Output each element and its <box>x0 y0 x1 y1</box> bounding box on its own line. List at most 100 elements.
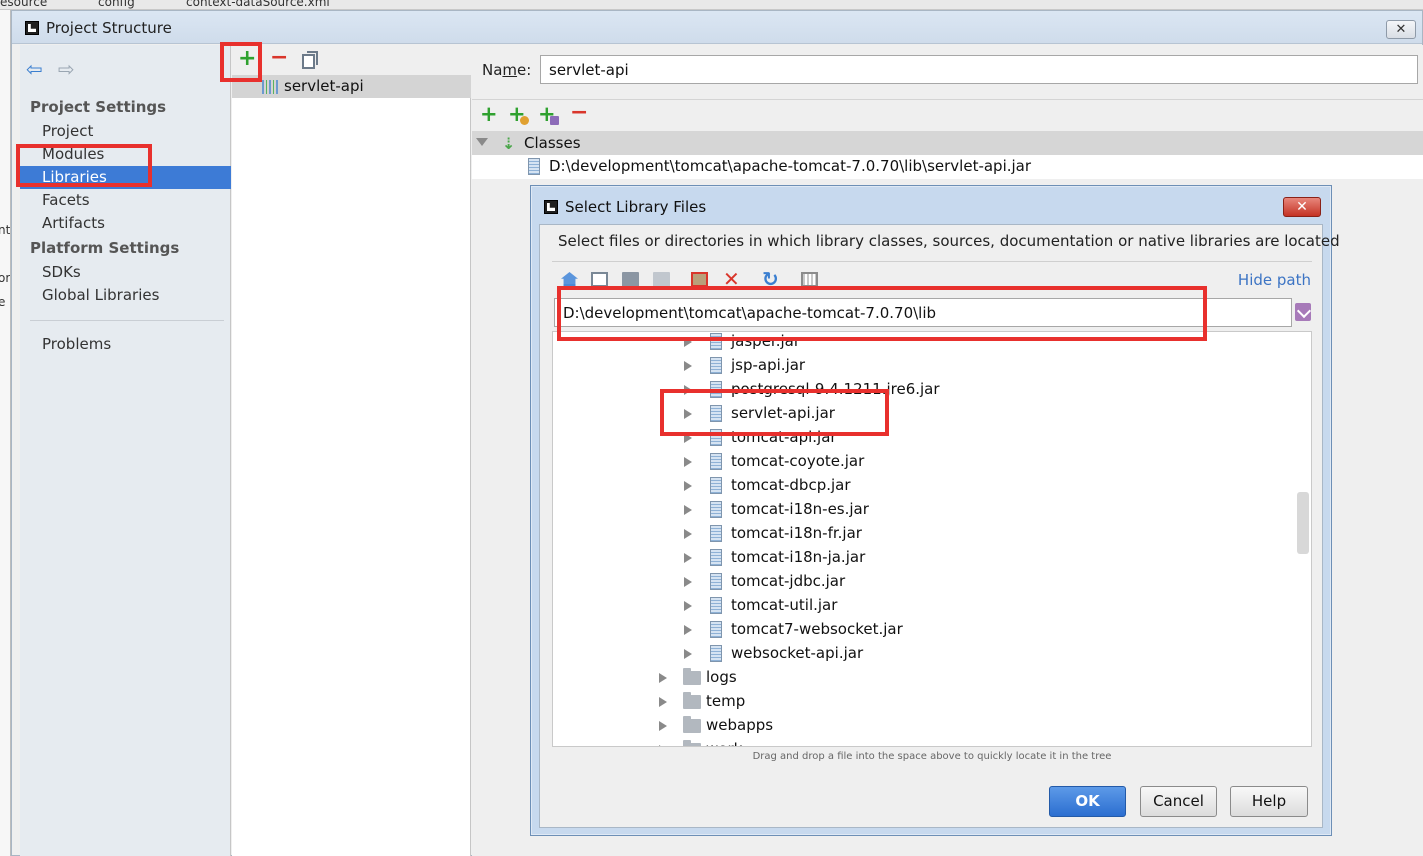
jar-file-icon <box>528 158 540 175</box>
background-tab-text: config <box>98 0 135 9</box>
expand-triangle-icon[interactable] <box>684 481 692 491</box>
tree-row-folder[interactable]: webapps <box>553 714 1293 738</box>
intellij-app-icon <box>25 21 39 35</box>
new-folder-icon[interactable] <box>691 272 708 287</box>
tree-row-jar[interactable]: postgresql-9.4.1211.jre6.jar <box>553 378 1293 402</box>
tree-item-label: tomcat-dbcp.jar <box>731 476 851 494</box>
jar-file-icon <box>710 525 722 542</box>
sidebar-item-modules[interactable]: Modules <box>20 143 231 166</box>
tree-row-jar[interactable]: tomcat-jdbc.jar <box>553 570 1293 594</box>
home-icon[interactable] <box>561 272 578 287</box>
tree-row-jar[interactable]: tomcat-i18n-fr.jar <box>553 522 1293 546</box>
tree-row-jar[interactable]: servlet-api.jar <box>553 402 1293 426</box>
sidebar-item-project[interactable]: Project <box>20 120 231 143</box>
sidebar-item-artifacts[interactable]: Artifacts <box>20 212 231 235</box>
expand-triangle-icon[interactable] <box>684 337 692 347</box>
library-name: servlet-api <box>284 77 364 95</box>
tree-item-label: tomcat-i18n-ja.jar <box>731 548 866 566</box>
remove-library-button[interactable]: − <box>270 47 288 69</box>
expand-triangle-icon[interactable] <box>659 673 667 683</box>
tree-row-jar[interactable]: jasper.jar <box>553 332 1293 354</box>
tree-item-label: tomcat-util.jar <box>731 596 838 614</box>
tree-scrollbar-thumb[interactable] <box>1297 492 1309 554</box>
jar-file-icon <box>710 429 722 446</box>
dialog-close-button[interactable]: ✕ <box>1283 197 1321 217</box>
tree-row-jar[interactable]: tomcat-util.jar <box>553 594 1293 618</box>
expand-triangle-icon[interactable] <box>684 529 692 539</box>
library-icon <box>262 80 278 94</box>
tree-row-jar[interactable]: jsp-api.jar <box>553 354 1293 378</box>
sidebar-item-facets[interactable]: Facets <box>20 189 231 212</box>
tree-row-jar[interactable]: tomcat-coyote.jar <box>553 450 1293 474</box>
tree-row-folder[interactable]: logs <box>553 666 1293 690</box>
window-close-button[interactable]: ✕ <box>1386 20 1416 39</box>
expand-triangle-icon[interactable] <box>684 361 692 371</box>
expand-triangle-icon[interactable] <box>659 697 667 707</box>
help-button[interactable]: Help <box>1230 786 1308 817</box>
tree-item-label: servlet-api.jar <box>731 404 835 422</box>
delete-icon[interactable]: ✕ <box>723 269 740 289</box>
sidebar-item-problems[interactable]: Problems <box>20 333 231 356</box>
dialog-description: Select files or directories in which lib… <box>558 232 1340 250</box>
expand-triangle-icon[interactable] <box>659 721 667 731</box>
show-hidden-icon[interactable] <box>801 272 818 287</box>
tree-row-jar[interactable]: tomcat-i18n-es.jar <box>553 498 1293 522</box>
refresh-icon[interactable]: ↻ <box>762 269 779 289</box>
sidebar-item-libraries[interactable]: Libraries <box>20 166 231 189</box>
attach-classes-button[interactable]: + <box>508 104 532 128</box>
cancel-button[interactable]: Cancel <box>1140 786 1217 817</box>
ok-button[interactable]: OK <box>1049 786 1126 817</box>
desktop-icon[interactable] <box>591 272 608 287</box>
expand-triangle-icon[interactable] <box>684 409 692 419</box>
background-tab-text: esource <box>0 0 48 9</box>
jar-file-icon <box>710 405 722 422</box>
class-root-entry[interactable]: D:\development\tomcat\apache-tomcat-7.0.… <box>472 155 1423 179</box>
module-folder-icon[interactable] <box>653 272 670 287</box>
tree-row-jar[interactable]: websocket-api.jar <box>553 642 1293 666</box>
project-folder-icon[interactable] <box>622 272 639 287</box>
jar-file-icon <box>710 621 722 638</box>
background-fragment: e <box>0 295 5 309</box>
hide-path-link[interactable]: Hide path <box>1238 271 1311 289</box>
expand-triangle-icon[interactable] <box>684 625 692 635</box>
expand-triangle-icon[interactable] <box>684 649 692 659</box>
expand-triangle-icon[interactable] <box>684 601 692 611</box>
add-library-button[interactable]: + <box>238 48 256 70</box>
tree-row-folder[interactable]: work <box>553 738 1293 746</box>
copy-library-icon[interactable] <box>302 51 318 69</box>
add-root-button[interactable]: + <box>480 104 498 125</box>
library-list-item[interactable]: servlet-api <box>232 75 471 98</box>
expand-triangle-icon[interactable] <box>684 553 692 563</box>
expand-triangle-icon[interactable] <box>684 577 692 587</box>
background-fragment: nt <box>0 223 11 237</box>
expand-triangle-icon[interactable] <box>684 433 692 443</box>
folder-icon <box>683 740 701 746</box>
path-history-icon[interactable] <box>1295 303 1311 321</box>
tree-row-folder[interactable]: temp <box>553 690 1293 714</box>
forward-arrow-icon[interactable]: ⇨ <box>58 59 75 79</box>
remove-root-button[interactable]: − <box>570 102 588 124</box>
back-arrow-icon[interactable]: ⇦ <box>26 59 43 79</box>
tree-row-jar[interactable]: tomcat7-websocket.jar <box>553 618 1293 642</box>
sidebar-item-global-libraries[interactable]: Global Libraries <box>20 284 231 307</box>
tree-row-jar[interactable]: tomcat-api.jar <box>553 426 1293 450</box>
folder-icon <box>683 668 701 685</box>
expand-triangle-icon[interactable] <box>684 385 692 395</box>
libraries-list-panel: + − servlet-api <box>232 45 471 856</box>
tree-item-label: tomcat-i18n-fr.jar <box>731 524 862 542</box>
expand-triangle-icon[interactable] <box>659 745 667 746</box>
expand-triangle-icon[interactable] <box>684 505 692 515</box>
tree-row-jar[interactable]: tomcat-dbcp.jar <box>553 474 1293 498</box>
dialog-body: Select files or directories in which lib… <box>539 224 1340 828</box>
path-input[interactable] <box>554 298 1292 327</box>
file-tree[interactable]: jasper.jar jsp-api.jar postgresql-9.4.12… <box>552 331 1312 747</box>
attach-jar-button[interactable]: + <box>538 104 562 128</box>
library-name-input[interactable] <box>540 55 1418 84</box>
classes-node[interactable]: ⇣ Classes <box>472 131 1423 155</box>
sidebar-item-sdks[interactable]: SDKs <box>20 261 231 284</box>
jar-file-icon <box>710 453 722 470</box>
collapse-triangle-icon[interactable] <box>476 138 488 146</box>
expand-triangle-icon[interactable] <box>684 457 692 467</box>
window-titlebar[interactable]: Project Structure ✕ <box>12 11 1422 44</box>
tree-row-jar[interactable]: tomcat-i18n-ja.jar <box>553 546 1293 570</box>
